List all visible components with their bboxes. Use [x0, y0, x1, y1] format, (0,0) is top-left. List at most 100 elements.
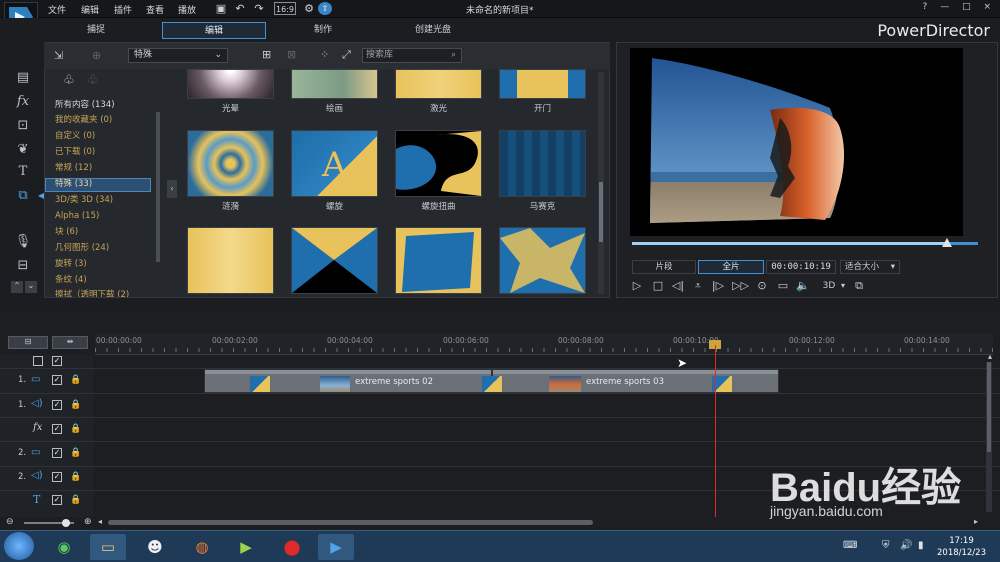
- category-item[interactable]: 所有内容 (134): [55, 98, 155, 113]
- category-item[interactable]: 3D/类 3D (34): [55, 193, 155, 208]
- category-item[interactable]: 自定义 (0): [55, 129, 155, 144]
- scrollbar-thumb[interactable]: [987, 362, 991, 452]
- subtitles-icon[interactable]: ▭: [776, 279, 790, 293]
- save-icon[interactable]: ▣: [214, 2, 228, 15]
- track-enable-checkbox[interactable]: ✓: [52, 448, 62, 458]
- pip-room-icon[interactable]: ⊡: [14, 118, 32, 134]
- scroll-down-icon[interactable]: ⌄: [25, 281, 37, 293]
- track-enable-checkbox[interactable]: ✓: [52, 424, 62, 434]
- transition-thumb-mosaic[interactable]: [499, 130, 586, 197]
- category-item[interactable]: 旋转 (3): [55, 257, 155, 272]
- upgrade-icon[interactable]: ⇧: [318, 2, 332, 15]
- zoom-slider-knob[interactable]: [62, 519, 70, 527]
- scroll-left-icon[interactable]: ◂: [98, 517, 102, 526]
- menu-edit[interactable]: 编辑: [81, 3, 99, 16]
- voiceover-room-icon[interactable]: 🎙: [14, 234, 32, 250]
- start-button[interactable]: [4, 532, 34, 560]
- transition-marker[interactable]: [482, 376, 502, 392]
- category-item[interactable]: 条纹 (4): [55, 273, 155, 288]
- close-button[interactable]: ×: [983, 2, 991, 12]
- timeline-vertical-scrollbar[interactable]: [986, 362, 992, 512]
- chevron-down-icon[interactable]: ▾: [836, 279, 850, 293]
- redo-icon[interactable]: ↷: [252, 2, 266, 15]
- timecode-display[interactable]: 00:00:10:19: [766, 260, 836, 274]
- taskbar-media-icon[interactable]: ▶: [228, 534, 264, 560]
- scroll-up-icon[interactable]: ▴: [988, 352, 992, 361]
- tab-create-disc[interactable]: 创建光盘: [381, 22, 485, 39]
- category-item[interactable]: Alpha (15): [55, 209, 155, 224]
- library-scrollbar[interactable]: [598, 72, 604, 294]
- tray-network-icon[interactable]: ▮: [918, 540, 924, 551]
- transition-thumb[interactable]: [187, 227, 274, 294]
- fast-forward-icon[interactable]: ▷▷: [732, 279, 749, 293]
- taskbar-360-icon[interactable]: ◉: [46, 534, 82, 560]
- add-favorite-icon[interactable]: ♧: [63, 73, 75, 88]
- add-to-timeline-icon[interactable]: ⊞: [262, 48, 271, 61]
- collapse-panel-button[interactable]: ‹: [167, 180, 177, 198]
- tab-capture[interactable]: 捕捉: [44, 22, 148, 39]
- menu-play[interactable]: 播放: [178, 3, 196, 16]
- split-icon[interactable]: ⩡: [691, 279, 705, 293]
- playhead-line[interactable]: [715, 345, 716, 517]
- transition-thumb[interactable]: [499, 227, 586, 294]
- lock-icon[interactable]: 🔒: [70, 400, 81, 410]
- taskbar-qq-icon[interactable]: ☻: [137, 534, 173, 560]
- minimize-button[interactable]: —: [940, 2, 949, 12]
- scrollbar-thumb[interactable]: [599, 182, 603, 242]
- zoom-out-icon[interactable]: ⊖: [6, 517, 14, 527]
- transition-thumb-spiral-twist[interactable]: [395, 130, 482, 197]
- track-enable-checkbox[interactable]: ✓: [52, 495, 62, 505]
- taskbar-firefox-icon[interactable]: ◍: [184, 534, 220, 560]
- taskbar-explorer-icon[interactable]: ▭: [90, 534, 126, 560]
- fit-size-dropdown[interactable]: 适合大小 ▾: [840, 260, 900, 274]
- tray-keyboard-icon[interactable]: ⌨: [843, 540, 857, 551]
- movie-mode-button[interactable]: 全片: [698, 260, 764, 274]
- category-item-selected[interactable]: 特殊 (33): [55, 177, 155, 192]
- transition-thumb[interactable]: [291, 227, 378, 294]
- tab-produce[interactable]: 制作: [271, 22, 375, 39]
- volume-icon[interactable]: 🔈: [796, 279, 810, 293]
- clip-mode-button[interactable]: 片段: [632, 260, 696, 274]
- chapter-room-icon[interactable]: ⊟: [14, 258, 32, 274]
- media-room-icon[interactable]: ▤: [14, 70, 32, 86]
- taskbar-recorder-icon[interactable]: ⬤: [274, 534, 310, 560]
- next-frame-icon[interactable]: |▷: [711, 279, 725, 293]
- track-manager-button[interactable]: ⊟: [8, 336, 48, 349]
- menu-file[interactable]: 文件: [48, 3, 66, 16]
- expand-icon[interactable]: ⤢: [342, 48, 351, 62]
- fit-timeline-button[interactable]: ⇹: [52, 336, 88, 349]
- stop-icon[interactable]: □: [651, 279, 665, 293]
- transition-thumb[interactable]: [395, 227, 482, 294]
- category-item[interactable]: 几何图形 (24): [55, 241, 155, 256]
- grid-view-icon[interactable]: ⁘: [320, 48, 329, 61]
- tray-volume-icon[interactable]: 🔊: [900, 540, 912, 551]
- undock-icon[interactable]: ⧉: [852, 279, 866, 293]
- tab-edit[interactable]: 编辑: [162, 22, 266, 39]
- category-item[interactable]: 擦拭（透明下载 (2): [55, 288, 155, 297]
- tray-security-icon[interactable]: ⛨: [882, 540, 890, 551]
- category-item[interactable]: 常规 (12): [55, 161, 155, 176]
- menu-plugins[interactable]: 插件: [114, 3, 132, 16]
- import-icon[interactable]: ⇲: [54, 49, 70, 62]
- scroll-right-icon[interactable]: ▸: [974, 517, 978, 526]
- play-icon[interactable]: ▷: [630, 279, 644, 293]
- zoom-in-icon[interactable]: ⊕: [84, 517, 92, 527]
- aspect-ratio-icon[interactable]: 16:9: [274, 2, 296, 15]
- lock-icon[interactable]: 🔒: [70, 472, 81, 482]
- transition-thumb-open-door[interactable]: [499, 69, 586, 99]
- track-enable-checkbox[interactable]: ✓: [52, 400, 62, 410]
- transition-thumb-halo[interactable]: [187, 69, 274, 99]
- undo-icon[interactable]: ↶: [233, 2, 247, 15]
- lock-icon[interactable]: 🔒: [70, 424, 81, 434]
- scroll-up-icon[interactable]: ⌃: [11, 281, 23, 293]
- category-dropdown[interactable]: 特殊 ⌄: [128, 48, 228, 63]
- transition-thumb-ripple[interactable]: [187, 130, 274, 197]
- category-item[interactable]: 块 (6): [55, 225, 155, 240]
- track-enable-checkbox[interactable]: ✓: [52, 375, 62, 385]
- help-button[interactable]: ?: [923, 2, 928, 12]
- timeline-horizontal-scrollbar[interactable]: [108, 520, 593, 525]
- transition-thumb-spiral[interactable]: A: [291, 130, 378, 197]
- settings-gear-icon[interactable]: ⚙: [302, 2, 316, 15]
- title-room-icon[interactable]: T: [14, 164, 32, 180]
- transition-marker[interactable]: [250, 376, 270, 392]
